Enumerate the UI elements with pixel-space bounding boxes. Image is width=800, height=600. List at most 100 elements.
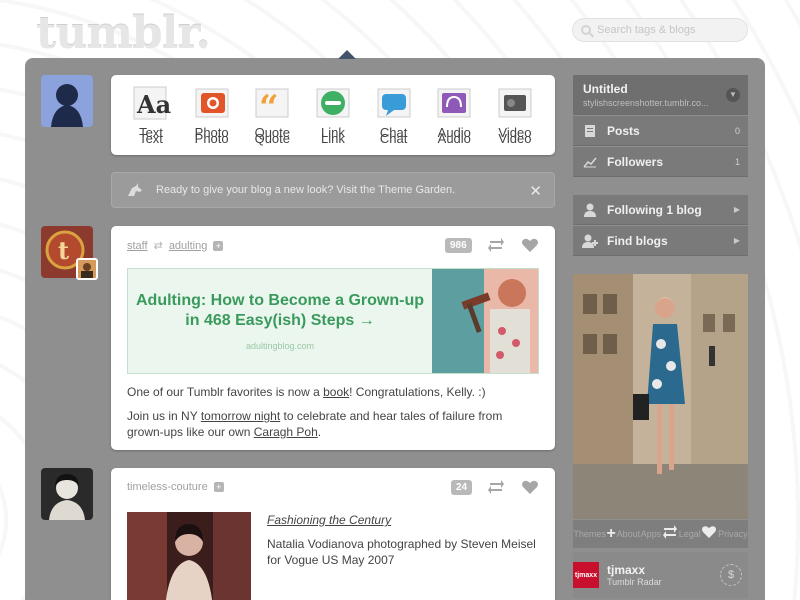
- following-label: Following 1 blog: [607, 202, 702, 217]
- footer-link-apps[interactable]: Apps: [641, 529, 662, 539]
- search-input[interactable]: [597, 24, 743, 36]
- note-count-badge[interactable]: 24: [451, 480, 473, 495]
- sidebar-footer-actions: Themes + About Apps Legal Privacy: [573, 520, 748, 548]
- sponsored-dollar-icon[interactable]: $: [720, 564, 742, 586]
- reblog-icon[interactable]: [487, 237, 505, 258]
- new-text-post-button[interactable]: Aa Text Text: [123, 83, 179, 151]
- caption-body: Natalia Vodianova photographed by Steven…: [267, 537, 536, 567]
- body-text: Join us in NY: [127, 409, 201, 423]
- link-label-echo: Link: [321, 131, 345, 146]
- sidebar-item-find-blogs[interactable]: Find blogs ▶: [573, 226, 748, 256]
- posts-icon: [581, 124, 599, 138]
- note-count-badge[interactable]: 986: [445, 238, 472, 253]
- chevron-right-icon: ▶: [733, 236, 740, 245]
- silhouette-icon: [41, 75, 93, 127]
- followers-count: 1: [734, 156, 740, 167]
- reblog-icon[interactable]: [487, 479, 505, 500]
- plus-icon[interactable]: +: [607, 525, 616, 543]
- footer-link-privacy[interactable]: Privacy: [718, 529, 748, 539]
- post-header: staff ⇄ adulting +: [127, 239, 224, 252]
- new-chat-post-button[interactable]: Chat Chat: [366, 83, 422, 151]
- heart-icon[interactable]: [521, 237, 539, 258]
- headphones-icon: [434, 83, 474, 123]
- post-author-link[interactable]: staff: [127, 240, 148, 252]
- new-quote-post-button[interactable]: “ Quote Quote: [244, 83, 300, 151]
- audio-label-echo: Audio: [437, 131, 471, 146]
- posts-label: Posts: [607, 123, 640, 138]
- video-label-echo: Video: [498, 131, 532, 146]
- text-label-echo: Text: [139, 131, 163, 146]
- timeless-couture-avatar[interactable]: [41, 468, 93, 520]
- chat-icon: [374, 83, 414, 123]
- tumblr-logo[interactable]: tumblr.: [36, 8, 211, 59]
- camera-icon: [192, 83, 232, 123]
- post-card-adulting: staff ⇄ adulting + 986 Adulting: How to …: [111, 226, 555, 450]
- user-avatar[interactable]: [41, 75, 93, 127]
- blog-switcher[interactable]: Untitled stylishscreenshotter.tumblr.co.…: [573, 75, 748, 115]
- link-preview[interactable]: Adulting: How to Become a Grown-up in 46…: [127, 268, 539, 374]
- new-video-post-button[interactable]: Video Video: [487, 83, 543, 151]
- post-author-link[interactable]: timeless-couture: [127, 481, 208, 493]
- portrait-photo: [41, 468, 93, 520]
- blog-url: stylishscreenshotter.tumblr.co...: [583, 97, 709, 108]
- footer-link-themes[interactable]: Themes: [573, 529, 606, 539]
- post-text-paragraph-1: One of our Tumblr favorites is now a boo…: [127, 384, 539, 400]
- new-photo-post-button[interactable]: Photo Photo: [184, 83, 240, 151]
- person-icon: [581, 203, 599, 217]
- sidebar-item-following[interactable]: Following 1 blog ▶: [573, 195, 748, 225]
- reblog-icon[interactable]: [662, 524, 678, 544]
- svg-text:t: t: [58, 236, 69, 265]
- radar-photo[interactable]: [573, 274, 748, 519]
- radar-label: Tumblr Radar: [607, 577, 662, 587]
- theme-garden-banner[interactable]: Ready to give your blog a new look? Visi…: [111, 172, 555, 208]
- find-blogs-label: Find blogs: [607, 233, 668, 248]
- link-domain: adultingblog.com: [245, 341, 315, 351]
- sidebar-item-posts[interactable]: Posts 0: [573, 116, 748, 146]
- reblog-small-icon: ⇄: [153, 240, 163, 252]
- close-icon[interactable]: ✕: [529, 182, 542, 200]
- footer-link-legal[interactable]: Legal: [679, 529, 701, 539]
- radar-attribution[interactable]: tjmaxx tjmaxx Tumblr Radar $: [573, 552, 748, 598]
- caption-title-link[interactable]: Fashioning the Century: [267, 513, 391, 527]
- caragh-poh-link[interactable]: Caragh Poh: [254, 425, 318, 439]
- unicorn-icon: [128, 183, 142, 196]
- chart-icon: [581, 156, 599, 168]
- followers-label: Followers: [607, 154, 664, 169]
- active-tab-caret: [338, 50, 356, 59]
- follow-plus-icon[interactable]: +: [213, 482, 224, 492]
- new-audio-post-button[interactable]: Audio Audio: [426, 83, 482, 151]
- tjmaxx-logo: tjmaxx: [573, 562, 599, 588]
- quote-label-echo: Quote: [254, 131, 291, 146]
- add-person-icon: [581, 234, 599, 248]
- reblog-source-link[interactable]: adulting: [169, 240, 208, 252]
- link-icon: [313, 83, 353, 123]
- search-box[interactable]: [572, 18, 748, 42]
- follow-plus-icon[interactable]: +: [213, 240, 224, 251]
- photo-label-echo: Photo: [194, 131, 229, 146]
- new-link-post-button[interactable]: Link Link: [305, 83, 361, 151]
- video-camera-icon: [495, 83, 535, 123]
- post-text-paragraph-2: Join us in NY tomorrow night to celebrat…: [127, 408, 507, 440]
- body-text: ! Congratulations, Kelly. :): [349, 385, 486, 399]
- book-link[interactable]: book: [323, 385, 349, 399]
- theme-banner-text: Ready to give your blog a new look? Visi…: [156, 184, 456, 196]
- post-photo[interactable]: [127, 512, 251, 600]
- link-thumbnail: [432, 269, 538, 373]
- sidebar-item-followers[interactable]: Followers 1: [573, 147, 748, 177]
- quote-icon: “: [252, 83, 292, 123]
- tomorrow-night-link[interactable]: tomorrow night: [201, 409, 280, 423]
- chevron-right-icon: ▶: [733, 205, 740, 214]
- posts-count: 0: [734, 125, 740, 136]
- radar-blog-name[interactable]: tjmaxx: [607, 563, 662, 577]
- chat-label-echo: Chat: [379, 131, 408, 146]
- svg-text:Aa: Aa: [136, 90, 171, 119]
- reblog-avatar[interactable]: [76, 258, 98, 280]
- chevron-down-icon[interactable]: ▼: [726, 88, 740, 102]
- link-title[interactable]: Adulting: How to Become a Grown-up in 46…: [128, 291, 432, 331]
- body-text: .: [317, 425, 322, 439]
- heart-icon[interactable]: [701, 525, 717, 544]
- text-icon: Aa: [131, 83, 171, 123]
- post-composer: Aa Text Text Photo Photo “ Quote Quote Link…: [111, 75, 555, 155]
- footer-link-about[interactable]: About: [617, 529, 641, 539]
- heart-icon[interactable]: [521, 479, 539, 500]
